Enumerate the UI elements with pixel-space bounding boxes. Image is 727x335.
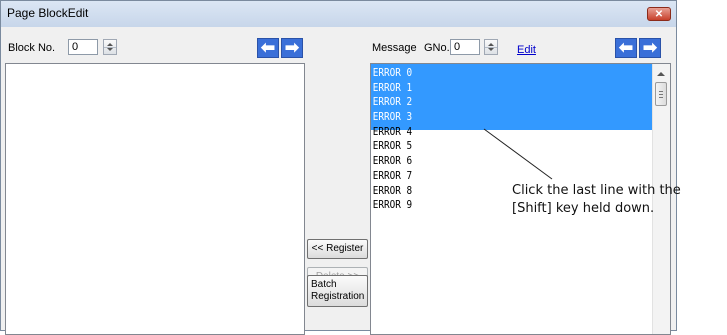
block-no-label: Block No. [8, 42, 56, 54]
left-arrow-icon[interactable]: ⬅ [615, 38, 637, 58]
callout-line-2: [Shift] key held down. [512, 201, 655, 216]
block-nav-arrows: ⬅ ➡ [257, 38, 303, 58]
block-list[interactable] [5, 63, 305, 335]
list-item[interactable]: ERROR 1 [371, 81, 611, 96]
spin-up-icon[interactable] [107, 43, 113, 46]
message-nav-arrows: ⬅ ➡ [615, 38, 661, 58]
right-arrow-icon[interactable]: ➡ [281, 38, 303, 58]
page-block-edit-window: Page BlockEdit ✕ Block No. 0 ⬅ ➡ << Regi… [0, 0, 677, 335]
gno-label: GNo. [424, 42, 450, 54]
close-icon[interactable]: ✕ [647, 7, 671, 21]
callout-annotation: Click the last line with the [Shift] key… [512, 182, 681, 218]
block-no-spinner[interactable] [103, 39, 117, 55]
batch-registration-button[interactable]: Batch Registration [307, 275, 368, 307]
list-item[interactable]: ERROR 3 [371, 110, 611, 125]
spin-down-icon[interactable] [488, 48, 494, 51]
scroll-up-icon[interactable] [657, 72, 665, 76]
block-no-input[interactable]: 0 [68, 39, 98, 55]
spin-down-icon[interactable] [107, 48, 113, 51]
title-bar: Page BlockEdit ✕ [1, 1, 676, 27]
list-item[interactable]: ERROR 0 [371, 66, 611, 81]
message-label: Message [372, 42, 417, 54]
register-button[interactable]: << Register [307, 239, 368, 259]
right-arrow-icon[interactable]: ➡ [639, 38, 661, 58]
scroll-thumb[interactable] [655, 82, 667, 106]
gno-input[interactable]: 0 [450, 39, 480, 55]
left-arrow-icon[interactable]: ⬅ [257, 38, 279, 58]
gno-spinner[interactable] [484, 39, 498, 55]
spin-up-icon[interactable] [488, 43, 494, 46]
window-title: Page BlockEdit [7, 6, 89, 20]
batch-label-line1: Batch [311, 279, 337, 290]
edit-link[interactable]: Edit [517, 44, 536, 56]
callout-pointer-line [483, 128, 553, 180]
callout-line-1: Click the last line with the [512, 183, 681, 198]
list-item[interactable]: ERROR 2 [371, 95, 611, 110]
batch-label-line2: Registration [311, 291, 365, 302]
